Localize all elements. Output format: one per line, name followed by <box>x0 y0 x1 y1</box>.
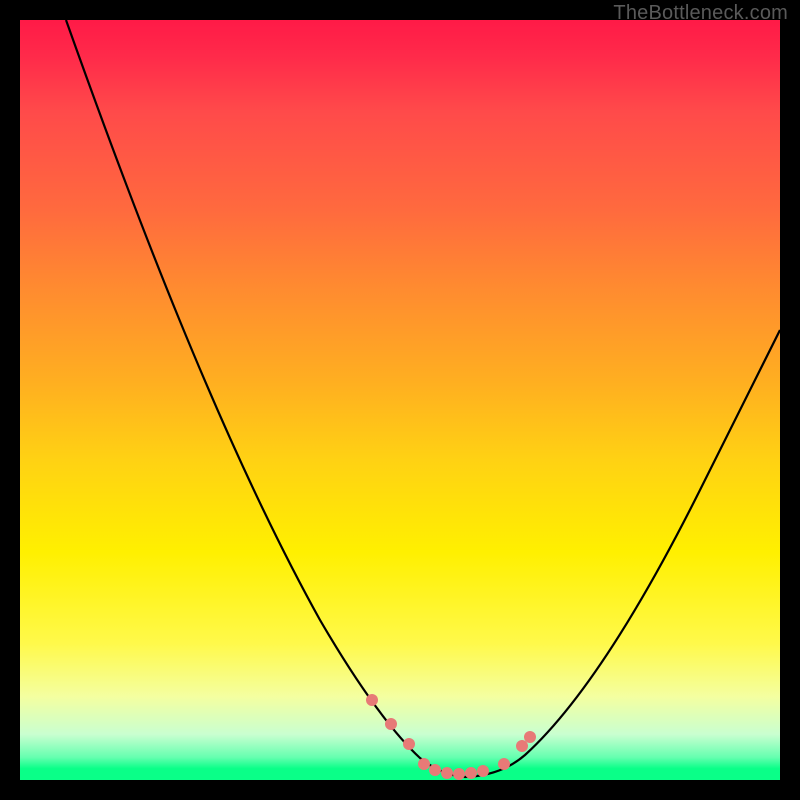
right-v-curve <box>465 330 780 777</box>
plot-area <box>20 20 780 780</box>
left-v-curve <box>66 20 465 777</box>
curve-layer <box>20 20 780 780</box>
watermark-text: TheBottleneck.com <box>613 2 788 25</box>
chart-frame: TheBottleneck.com <box>0 0 800 800</box>
marker-dots <box>366 694 536 780</box>
